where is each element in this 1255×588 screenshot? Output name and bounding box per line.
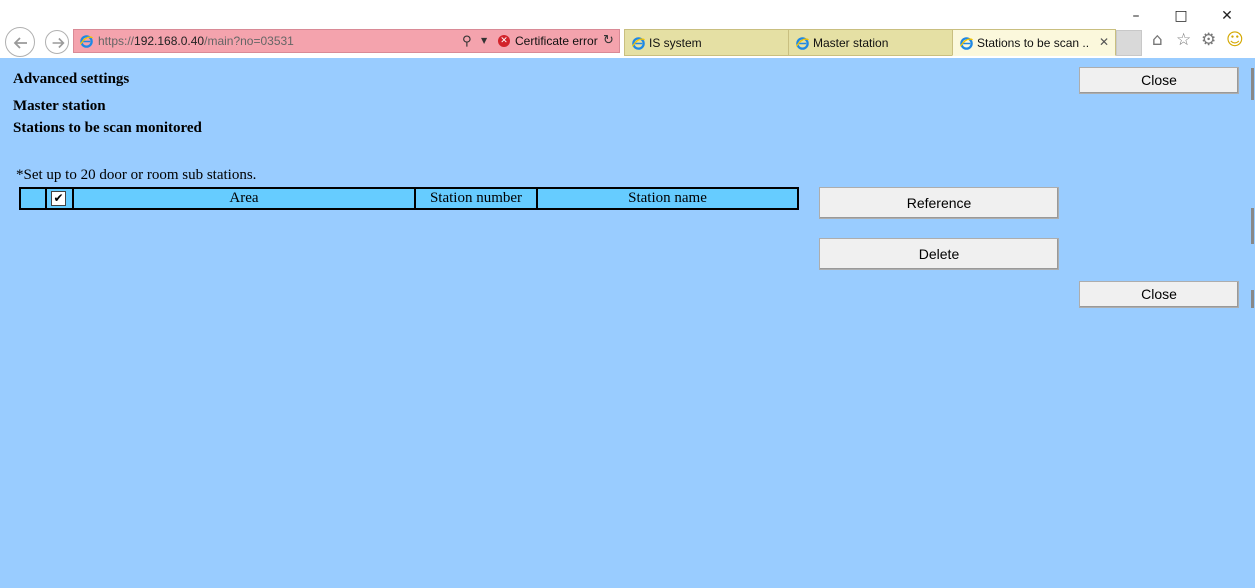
table-header-blank (21, 189, 47, 208)
maximize-icon[interactable]: □ (1171, 6, 1191, 26)
tab-label: Master station (813, 36, 889, 50)
close-icon[interactable]: ✕ (1217, 6, 1237, 26)
close-top-button[interactable]: Close (1079, 67, 1239, 94)
favorites-star-icon[interactable]: ☆ (1176, 30, 1191, 50)
page-title: Advanced settings (13, 71, 130, 87)
ie-logo-icon (959, 37, 973, 50)
reference-button[interactable]: Reference (819, 187, 1059, 219)
delete-button[interactable]: Delete (819, 238, 1059, 270)
column-header-area: Area (74, 189, 416, 208)
select-all-checkbox[interactable]: ✔ (51, 191, 66, 206)
certificate-error-label[interactable]: Certificate error (515, 34, 598, 48)
page-subtitle: Master station (13, 98, 106, 114)
tab-master-station[interactable]: Master station (788, 29, 953, 56)
note-text: *Set up to 20 door or room sub stations. (16, 167, 257, 183)
dropdown-arrow-icon[interactable]: ▼ (481, 36, 487, 45)
ie-logo-icon (631, 37, 645, 50)
forward-arrow-icon (52, 37, 65, 49)
scrollbar-thumb[interactable] (1251, 68, 1254, 100)
tab-label: Stations to be scan ... (977, 36, 1089, 50)
browser-chrome: – □ ✕ https://192.168.0.40/main?no=03531… (0, 0, 1255, 58)
scrollbar-thumb[interactable] (1251, 290, 1254, 308)
page-content: Advanced settings Master station Station… (0, 58, 1255, 588)
minimize-icon[interactable]: – (1126, 6, 1146, 26)
refresh-icon[interactable]: ↻ (603, 33, 614, 48)
ie-logo-icon (79, 35, 93, 48)
url-prefix: https:// (98, 34, 135, 48)
back-arrow-icon (13, 37, 27, 49)
section-title: Stations to be scan monitored (13, 120, 202, 136)
ie-logo-icon (795, 37, 809, 50)
settings-gear-icon[interactable]: ⚙ (1201, 30, 1216, 50)
vertical-scrollbar[interactable] (1245, 68, 1255, 308)
column-header-station-name: Station name (628, 190, 707, 206)
certificate-error-icon[interactable]: ✕ (498, 35, 510, 47)
close-bottom-button[interactable]: Close (1079, 281, 1239, 308)
back-button[interactable] (5, 27, 35, 57)
column-header-station-number: Station number (416, 189, 538, 208)
address-bar[interactable]: https://192.168.0.40/main?no=03531 ⚲ ▼ ✕… (73, 29, 620, 53)
scrollbar-thumb[interactable] (1251, 208, 1254, 244)
tab-close-icon[interactable]: ✕ (1099, 35, 1109, 49)
url-host: 192.168.0.40 (134, 34, 205, 48)
url-path: /main?no=03531 (204, 34, 294, 48)
station-table: ✔ Area Station number Station name (19, 187, 799, 210)
tab-label: IS system (649, 36, 702, 50)
forward-button[interactable] (45, 30, 69, 54)
smiley-feedback-icon[interactable]: ☺ (1226, 30, 1244, 50)
search-icon[interactable]: ⚲ (462, 34, 472, 49)
tab-is-system[interactable]: IS system (624, 29, 789, 56)
tab-stations-to-be-scan-monitored[interactable]: Stations to be scan ... ✕ (952, 29, 1116, 56)
url-text[interactable]: https://192.168.0.40/main?no=03531 (98, 34, 294, 48)
new-tab-button[interactable] (1116, 30, 1142, 56)
table-header-select: ✔ (47, 189, 74, 208)
home-icon[interactable]: ⌂ (1152, 30, 1163, 50)
